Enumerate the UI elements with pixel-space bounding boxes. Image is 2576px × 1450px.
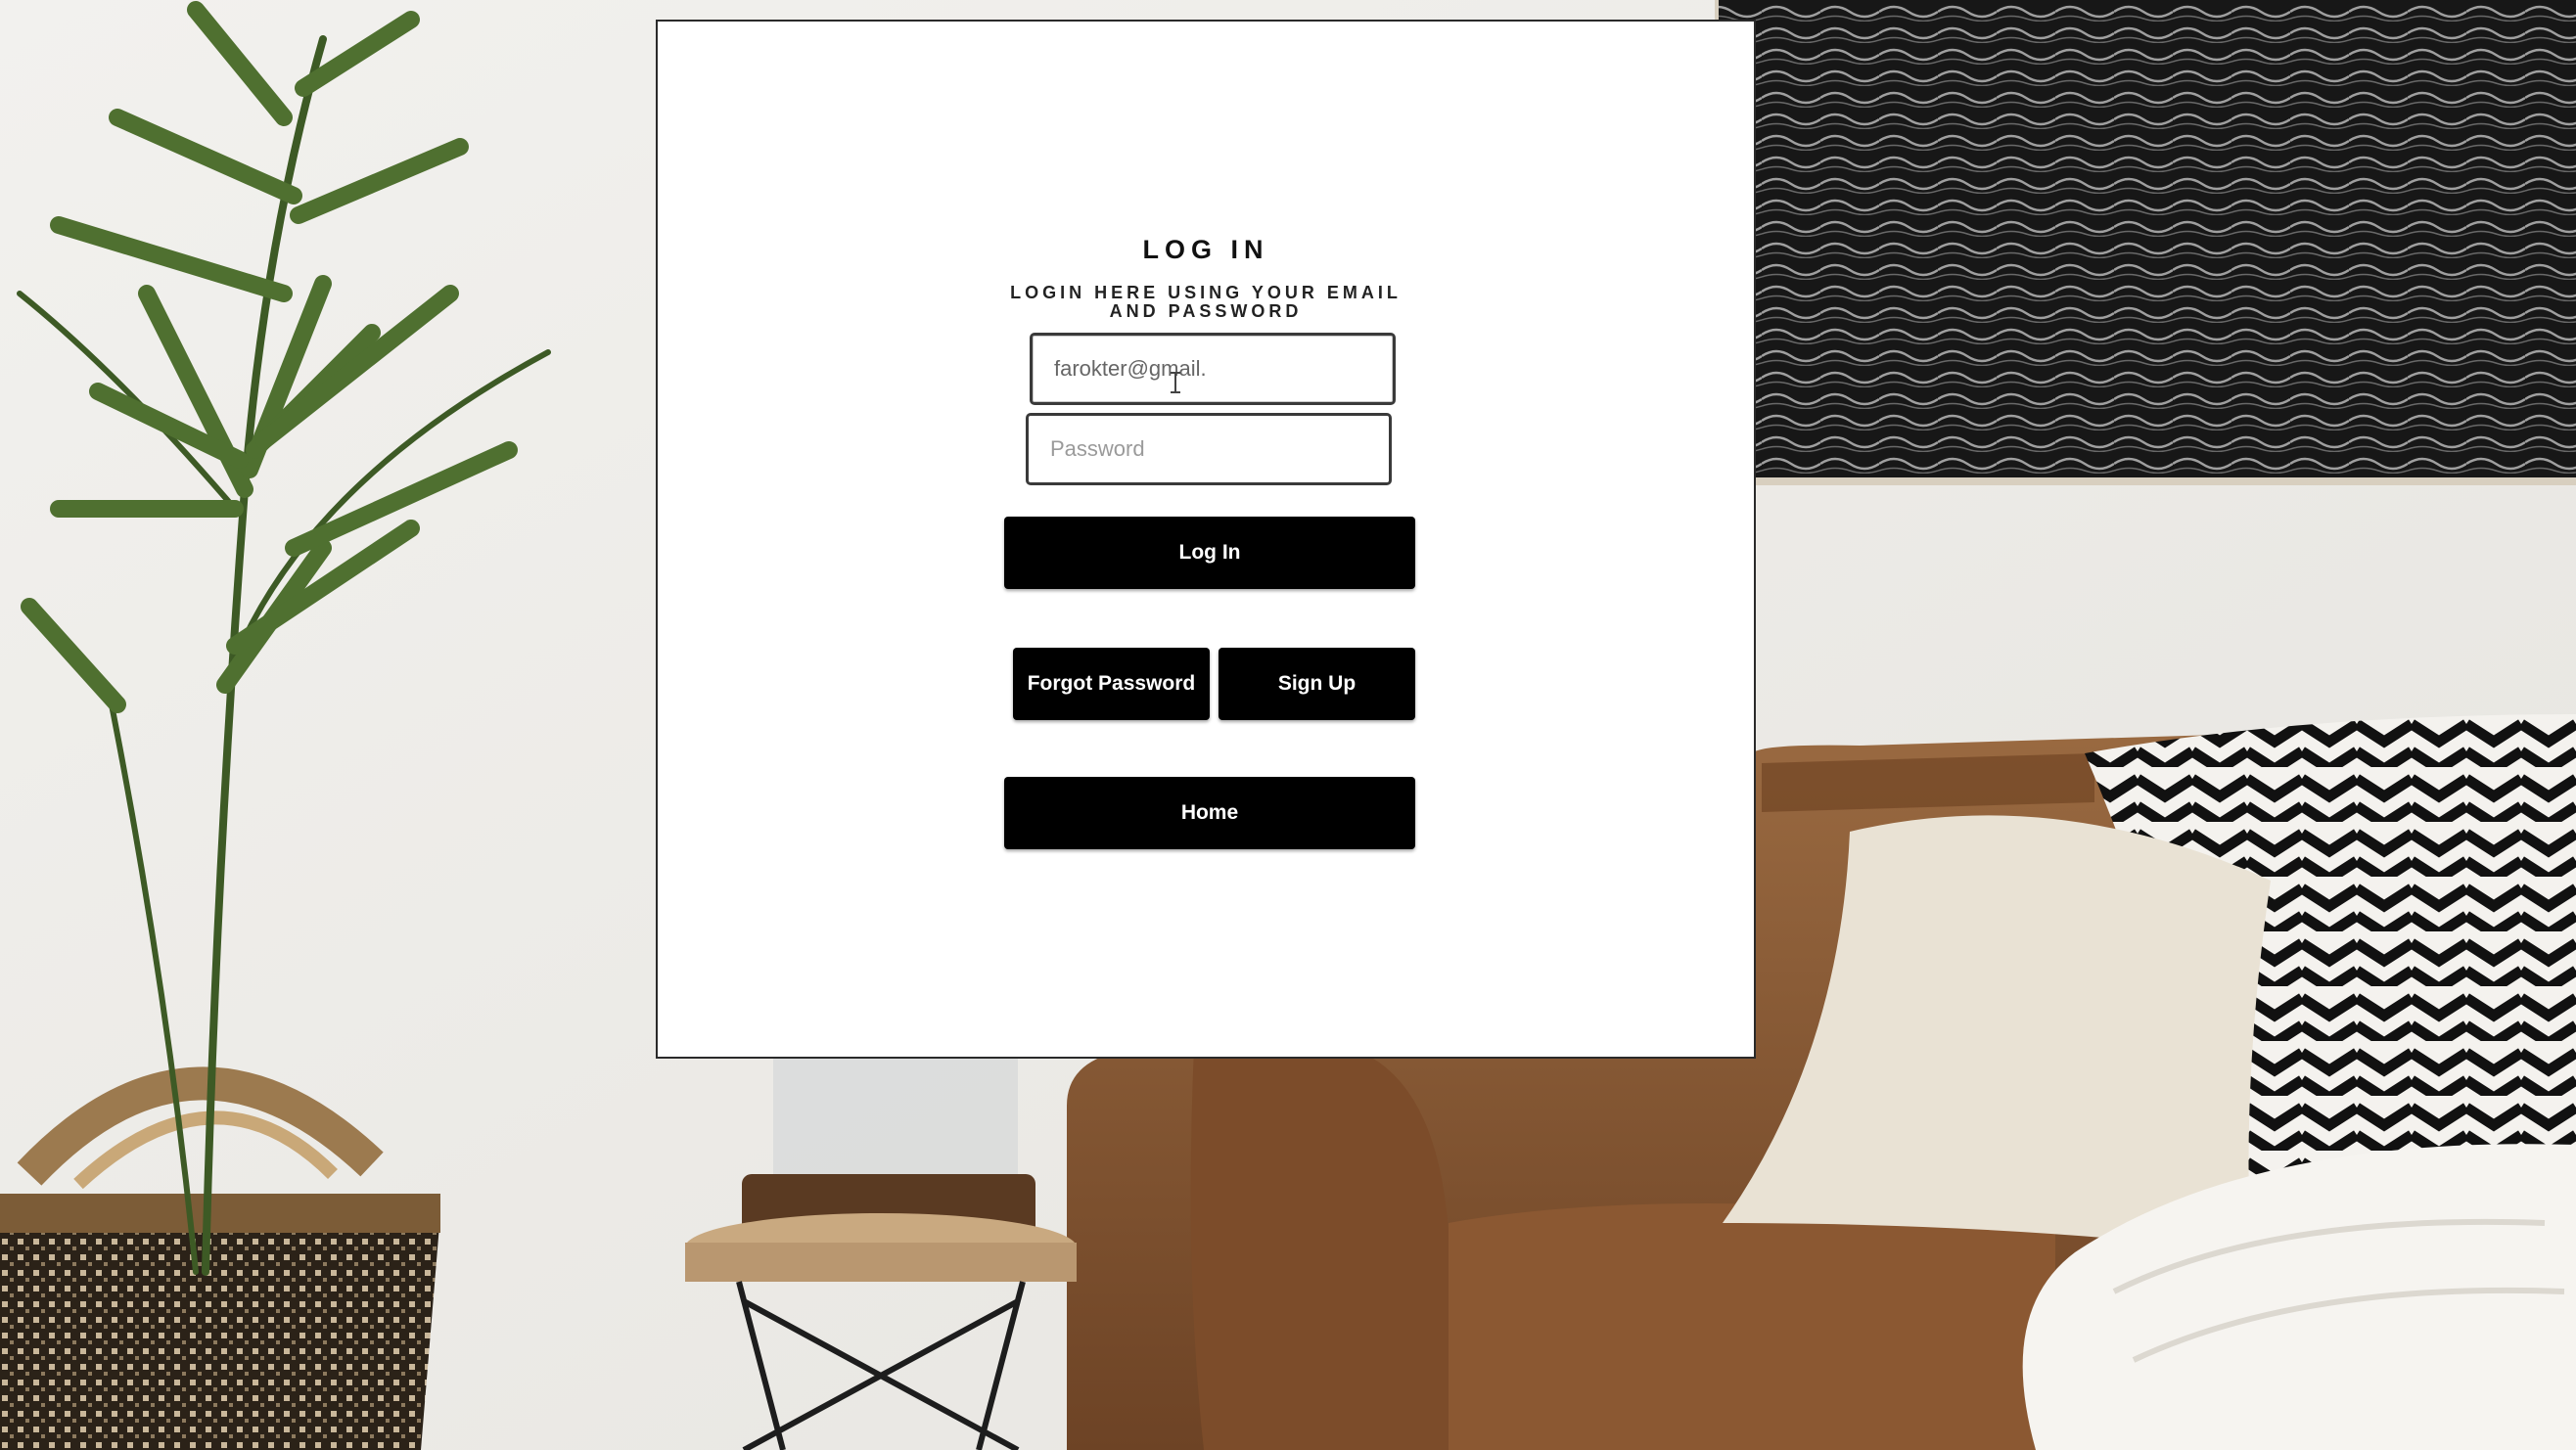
page-title: LOG IN [1142, 235, 1269, 264]
home-button[interactable]: Home [1004, 777, 1415, 849]
password-field[interactable] [1026, 413, 1392, 485]
login-card: LOG IN LOGIN HERE USING YOUR EMAIL AND P… [656, 20, 1756, 1059]
text-cursor-icon [1171, 372, 1180, 393]
email-field[interactable] [1030, 333, 1396, 405]
login-button[interactable]: Log In [1004, 517, 1415, 589]
ocean-wave-artwork [1715, 0, 2576, 485]
forgot-password-button[interactable]: Forgot Password [1013, 648, 1210, 720]
login-subtitle: LOGIN HERE USING YOUR EMAIL AND PASSWORD [1010, 283, 1402, 321]
sign-up-button[interactable]: Sign Up [1219, 648, 1415, 720]
